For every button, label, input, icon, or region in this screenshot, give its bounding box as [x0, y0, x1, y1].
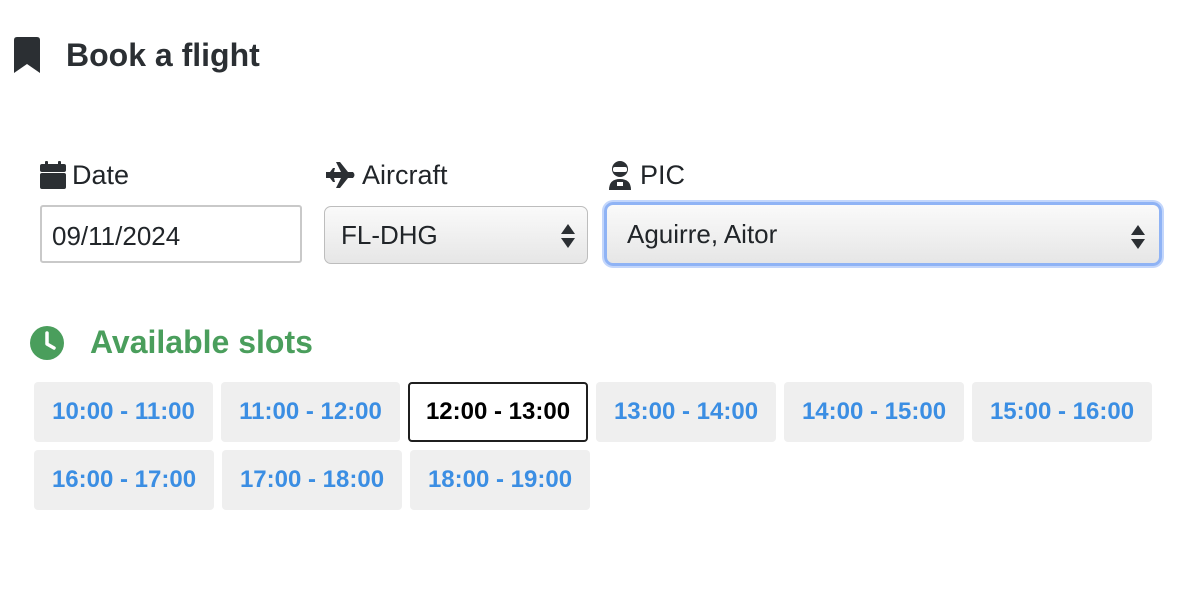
select-arrows-icon [561, 224, 575, 248]
date-field-group: Date [40, 158, 129, 192]
clock-icon [30, 325, 64, 360]
time-slot-button[interactable]: 16:00 - 17:00 [34, 450, 214, 510]
slots-header: Available slots [30, 324, 313, 361]
select-arrows-icon [1131, 225, 1145, 249]
time-slot-button[interactable]: 17:00 - 18:00 [222, 450, 402, 510]
date-label: Date [40, 158, 129, 192]
pilot-icon [609, 161, 631, 190]
time-slot-button[interactable]: 12:00 - 13:00 [408, 382, 588, 442]
plane-icon [326, 162, 355, 188]
time-slot-button[interactable]: 10:00 - 11:00 [34, 382, 213, 442]
pic-field-group: PIC [606, 158, 685, 192]
bookmark-icon [14, 37, 40, 73]
time-slot-button[interactable]: 11:00 - 12:00 [221, 382, 400, 442]
date-label-text: Date [72, 159, 130, 190]
time-slot-button[interactable]: 14:00 - 15:00 [784, 382, 964, 442]
page-title: Book a flight [66, 37, 260, 73]
calendar-icon [40, 161, 66, 189]
aircraft-field-group: Aircraft [324, 158, 448, 192]
aircraft-select[interactable]: FL-DHG [324, 206, 588, 264]
time-slot-button[interactable]: 15:00 - 16:00 [972, 382, 1152, 442]
aircraft-label-text: Aircraft [362, 159, 448, 190]
time-slot-button[interactable]: 18:00 - 19:00 [410, 450, 590, 510]
pic-label-text: PIC [640, 159, 686, 190]
pic-select[interactable]: Aguirre, Aitor [604, 202, 1162, 266]
pic-select-value: Aguirre, Aitor [627, 218, 778, 249]
slots-title: Available slots [90, 324, 313, 360]
aircraft-label: Aircraft [324, 158, 448, 192]
time-slot-button[interactable]: 13:00 - 14:00 [596, 382, 776, 442]
aircraft-select-value: FL-DHG [341, 219, 438, 250]
page-header: Book a flight [14, 36, 260, 74]
pic-label: PIC [606, 158, 685, 192]
date-input[interactable]: 09/11/2024 [40, 205, 302, 263]
